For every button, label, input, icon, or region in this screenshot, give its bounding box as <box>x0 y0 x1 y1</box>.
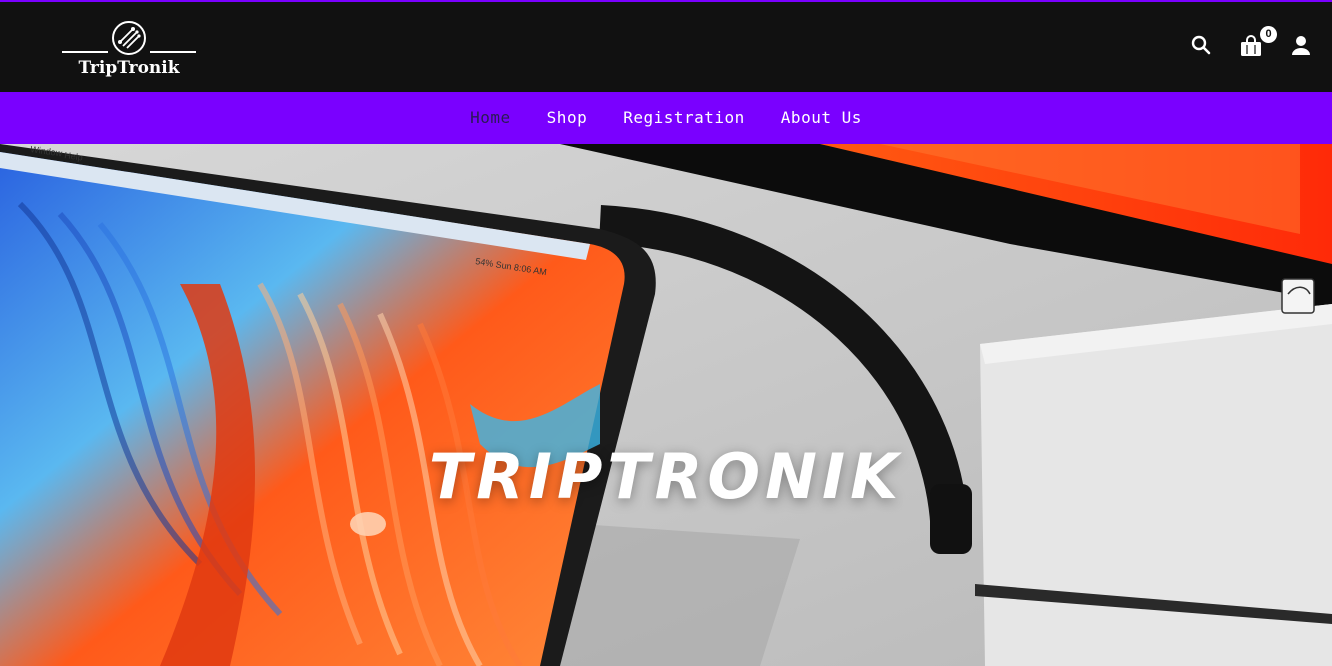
cart-button[interactable]: 0 <box>1239 26 1277 60</box>
hero-background-image: Window Help 54% Sun 8:06 AM <box>0 144 1332 666</box>
hero-title: TRIPTRONIK <box>428 440 904 513</box>
user-icon <box>1292 36 1310 55</box>
hero-banner: Window Help 54% Sun 8:06 AM TRIPTRONIK <box>0 144 1332 666</box>
logo-text: TripTronik <box>78 58 180 78</box>
shopping-bag-icon <box>1241 35 1261 56</box>
search-button[interactable] <box>1190 34 1216 60</box>
nav-item-registration[interactable]: Registration <box>605 92 763 144</box>
logo-line-right <box>150 51 196 53</box>
cart-count-badge: 0 <box>1260 26 1277 43</box>
circuit-icon <box>112 21 146 55</box>
nav-item-shop[interactable]: Shop <box>529 92 606 144</box>
nav-item-home[interactable]: Home <box>452 92 529 144</box>
logo-line-left <box>62 51 108 53</box>
nav-item-about-us[interactable]: About Us <box>763 92 880 144</box>
site-logo[interactable]: TripTronik <box>62 18 196 80</box>
main-nav: Home Shop Registration About Us <box>0 92 1332 144</box>
search-icon <box>1191 35 1211 55</box>
account-button[interactable] <box>1290 34 1316 60</box>
nav-list: Home Shop Registration About Us <box>452 92 880 144</box>
site-header: TripTronik 0 <box>0 2 1332 92</box>
